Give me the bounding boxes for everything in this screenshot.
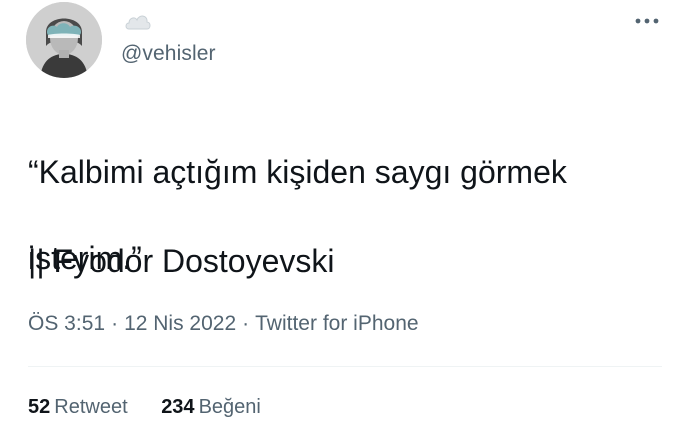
avatar[interactable] [26, 2, 102, 78]
more-options-button[interactable] [632, 12, 662, 30]
likes-count: 234 [161, 396, 195, 418]
meta-separator: · [111, 312, 119, 335]
retweets-label: Retweet [54, 396, 128, 418]
tweet-time[interactable]: ÖS 3:51 [28, 312, 105, 335]
tweet-text-line-1: “Kalbimi açtığım kişiden saygı görmek [28, 154, 567, 190]
avatar-image [26, 2, 102, 78]
likes-label: Beğeni [198, 396, 261, 418]
retweets-count: 52 [28, 396, 51, 418]
tweet-source[interactable]: Twitter for iPhone [255, 312, 418, 335]
tweet-stats: 52 Retweet 234 Beğeni [28, 396, 289, 419]
divider [28, 366, 662, 367]
likes-stat[interactable]: 234 Beğeni [161, 396, 261, 419]
tweet-date[interactable]: 12 Nis 2022 [124, 312, 236, 335]
user-handle[interactable]: @vehisler [121, 42, 216, 66]
tweet-metadata: ÖS 3:51 · 12 Nis 2022 · Twitter for iPhone [28, 312, 419, 336]
tweet-attribution: || Fyodor Dostoyevski [28, 243, 335, 279]
more-dots-icon [635, 18, 659, 24]
cloud-icon [124, 10, 152, 32]
retweets-stat[interactable]: 52 Retweet [28, 396, 128, 419]
meta-separator: · [242, 312, 250, 335]
